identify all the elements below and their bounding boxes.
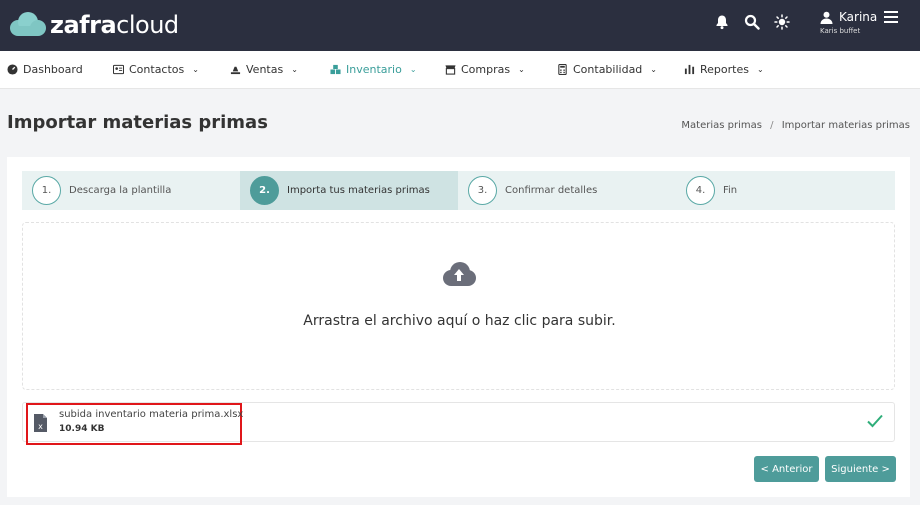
step-number: 1. (32, 176, 61, 205)
step-4[interactable]: 4. Fin (676, 171, 894, 210)
cloud-upload-icon (443, 262, 476, 286)
nav-item-reportes[interactable]: Reportes ⌄ (684, 63, 764, 76)
nav-item-label: Reportes (700, 63, 749, 76)
inventory-icon (330, 64, 341, 75)
chevron-down-icon: ⌄ (409, 65, 417, 74)
contacts-icon (113, 64, 124, 75)
user-company: Karis buffet (820, 27, 861, 35)
dropzone-text: Arrastra el archivo aquí o haz clic para… (303, 313, 616, 329)
step-2[interactable]: 2. Importa tus materias primas (240, 171, 458, 210)
chevron-down-icon: ⌄ (756, 65, 764, 74)
step-label: Descarga la plantilla (69, 185, 172, 196)
import-card: 1. Descarga la plantilla 2. Importa tus … (7, 157, 910, 497)
user-icon (820, 11, 833, 24)
previous-button[interactable]: < Anterior (754, 456, 819, 482)
step-label: Importa tus materias primas (287, 185, 430, 196)
breadcrumb: Materias primas / Importar materias prim… (681, 120, 910, 131)
nav-item-label: Contactos (129, 63, 185, 76)
chevron-down-icon: ⌄ (518, 65, 525, 74)
menu-icon[interactable] (884, 11, 898, 23)
nav-item-contactos[interactable]: Contactos ⌄ (113, 63, 199, 76)
file-name: subida inventario materia prima.xlsx (59, 409, 244, 420)
nav-item-label: Inventario (346, 63, 402, 76)
store-icon (445, 65, 456, 75)
nav-item-ventas[interactable]: Ventas ⌄ (230, 63, 298, 76)
step-label: Confirmar detalles (505, 185, 598, 196)
chevron-down-icon: ⌄ (291, 65, 298, 74)
step-1[interactable]: 1. Descarga la plantilla (22, 171, 240, 210)
step-number: 3. (468, 176, 497, 205)
excel-file-icon: x (34, 414, 47, 432)
nav-item-dashboard[interactable]: Dashboard (7, 63, 83, 76)
breadcrumb-link[interactable]: Materias primas (681, 120, 762, 131)
calculator-icon (558, 64, 567, 75)
breadcrumb-separator: / (770, 120, 774, 131)
chevron-down-icon: ⌄ (192, 65, 199, 74)
dashboard-icon (7, 64, 18, 75)
chevron-down-icon: ⌄ (650, 65, 657, 74)
nav-item-label: Contabilidad (573, 63, 643, 76)
step-label: Fin (723, 185, 738, 196)
step-3[interactable]: 3. Confirmar detalles (458, 171, 676, 210)
main-nav: Dashboard Contactos ⌄ Ventas ⌄ Inventari… (0, 51, 920, 89)
nav-item-compras[interactable]: Compras ⌄ (445, 63, 525, 76)
nav-item-inventario[interactable]: Inventario ⌄ (330, 63, 417, 76)
svg-text:x: x (38, 422, 43, 431)
nav-item-label: Ventas (246, 63, 284, 76)
sun-icon[interactable] (774, 14, 790, 30)
file-dropzone[interactable]: Arrastra el archivo aquí o haz clic para… (22, 222, 895, 390)
logo[interactable]: zafracloud (8, 11, 179, 39)
next-button[interactable]: Siguiente > (825, 456, 896, 482)
file-size: 10.94 KB (59, 424, 105, 434)
top-bar: zafracloud Karina Karis buffet (0, 0, 920, 51)
check-icon (867, 414, 883, 428)
user-name: Karina (839, 10, 878, 24)
sales-icon (230, 66, 241, 75)
stepper: 1. Descarga la plantilla 2. Importa tus … (22, 171, 895, 210)
nav-item-label: Compras (461, 63, 511, 76)
nav-item-contabilidad[interactable]: Contabilidad ⌄ (557, 63, 657, 76)
logo-text: zafracloud (50, 11, 179, 39)
user-menu[interactable]: Karina Karis buffet (820, 10, 877, 35)
cloud-logo-icon (10, 12, 46, 36)
step-number: 2. (250, 176, 279, 205)
search-icon[interactable] (744, 14, 760, 30)
bell-icon[interactable] (714, 14, 730, 30)
bar-chart-icon (684, 64, 695, 75)
page-title: Importar materias primas (7, 112, 268, 133)
breadcrumb-current: Importar materias primas (781, 120, 910, 131)
step-number: 4. (686, 176, 715, 205)
nav-item-label: Dashboard (23, 63, 83, 76)
